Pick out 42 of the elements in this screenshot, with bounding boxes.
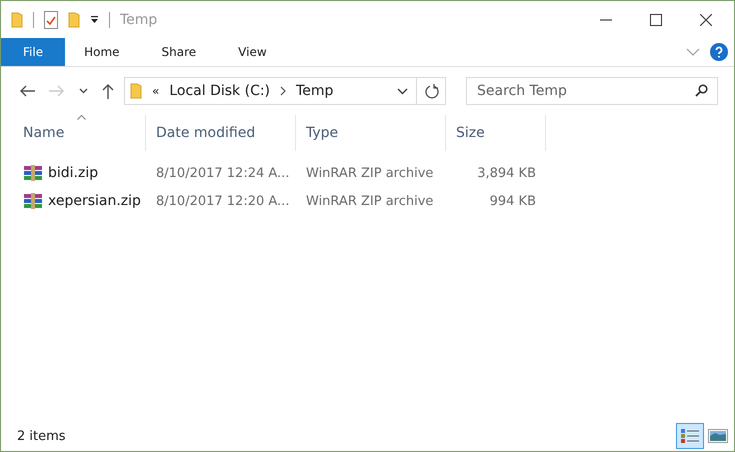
table-cell-text: WinRAR ZIP archive (305, 166, 434, 180)
folder-icon (130, 83, 142, 99)
item-count: 2 items (17, 428, 66, 444)
breadcrumb[interactable]: Local Disk (C:) (169, 83, 270, 99)
dropdown-icon[interactable] (397, 88, 408, 94)
overflow-chevron[interactable]: « (152, 84, 160, 98)
up-icon[interactable] (102, 83, 114, 99)
search-field[interactable]: Search Temp (466, 77, 718, 105)
close-icon[interactable] (700, 14, 712, 26)
address-bar[interactable]: « Local Disk (C:) Temp (124, 77, 446, 105)
table-cell-text: 3,894 KB (476, 166, 537, 180)
file-name-cell[interactable]: bidi.zip (13, 165, 146, 181)
ribbon-tab[interactable]: Home (65, 38, 143, 66)
refresh-icon[interactable] (425, 84, 439, 98)
column-header[interactable]: Date modified (146, 115, 296, 151)
file-menu-button[interactable]: File (1, 38, 66, 66)
ribbon-tab[interactable]: View (219, 38, 290, 66)
breadcrumb[interactable]: Temp (296, 83, 334, 99)
search-icon (695, 84, 708, 97)
maximize-icon[interactable] (650, 14, 662, 26)
column-header[interactable]: Size (446, 115, 546, 151)
expand-ribbon-icon[interactable] (686, 48, 700, 56)
table-cell-text: WinRAR ZIP archive (305, 194, 434, 208)
properties-icon[interactable] (44, 10, 58, 28)
landscape-thumbnail-icon (708, 429, 728, 443)
table-cell-text: 8/10/2017 12:24 A... (155, 166, 290, 180)
details-view-button[interactable] (676, 423, 704, 449)
archive-icon (23, 193, 43, 209)
file-name-cell[interactable]: xepersian.zip (13, 193, 146, 209)
column-header[interactable]: Type (296, 115, 446, 151)
window-title: Temp (120, 12, 158, 28)
ribbon-tab[interactable]: Share (142, 38, 220, 66)
chevron-icon[interactable] (280, 86, 286, 96)
details-list-icon (680, 428, 700, 444)
back-icon[interactable] (19, 85, 35, 97)
table-cell-text: 994 KB (488, 194, 537, 208)
archive-icon (23, 165, 43, 181)
table-cell-text: 8/10/2017 12:20 A... (155, 194, 290, 208)
column-header[interactable]: Name (13, 115, 146, 151)
help-icon[interactable] (710, 43, 728, 61)
recent-locations-icon[interactable] (79, 88, 88, 94)
dropdown-icon[interactable] (90, 16, 99, 24)
